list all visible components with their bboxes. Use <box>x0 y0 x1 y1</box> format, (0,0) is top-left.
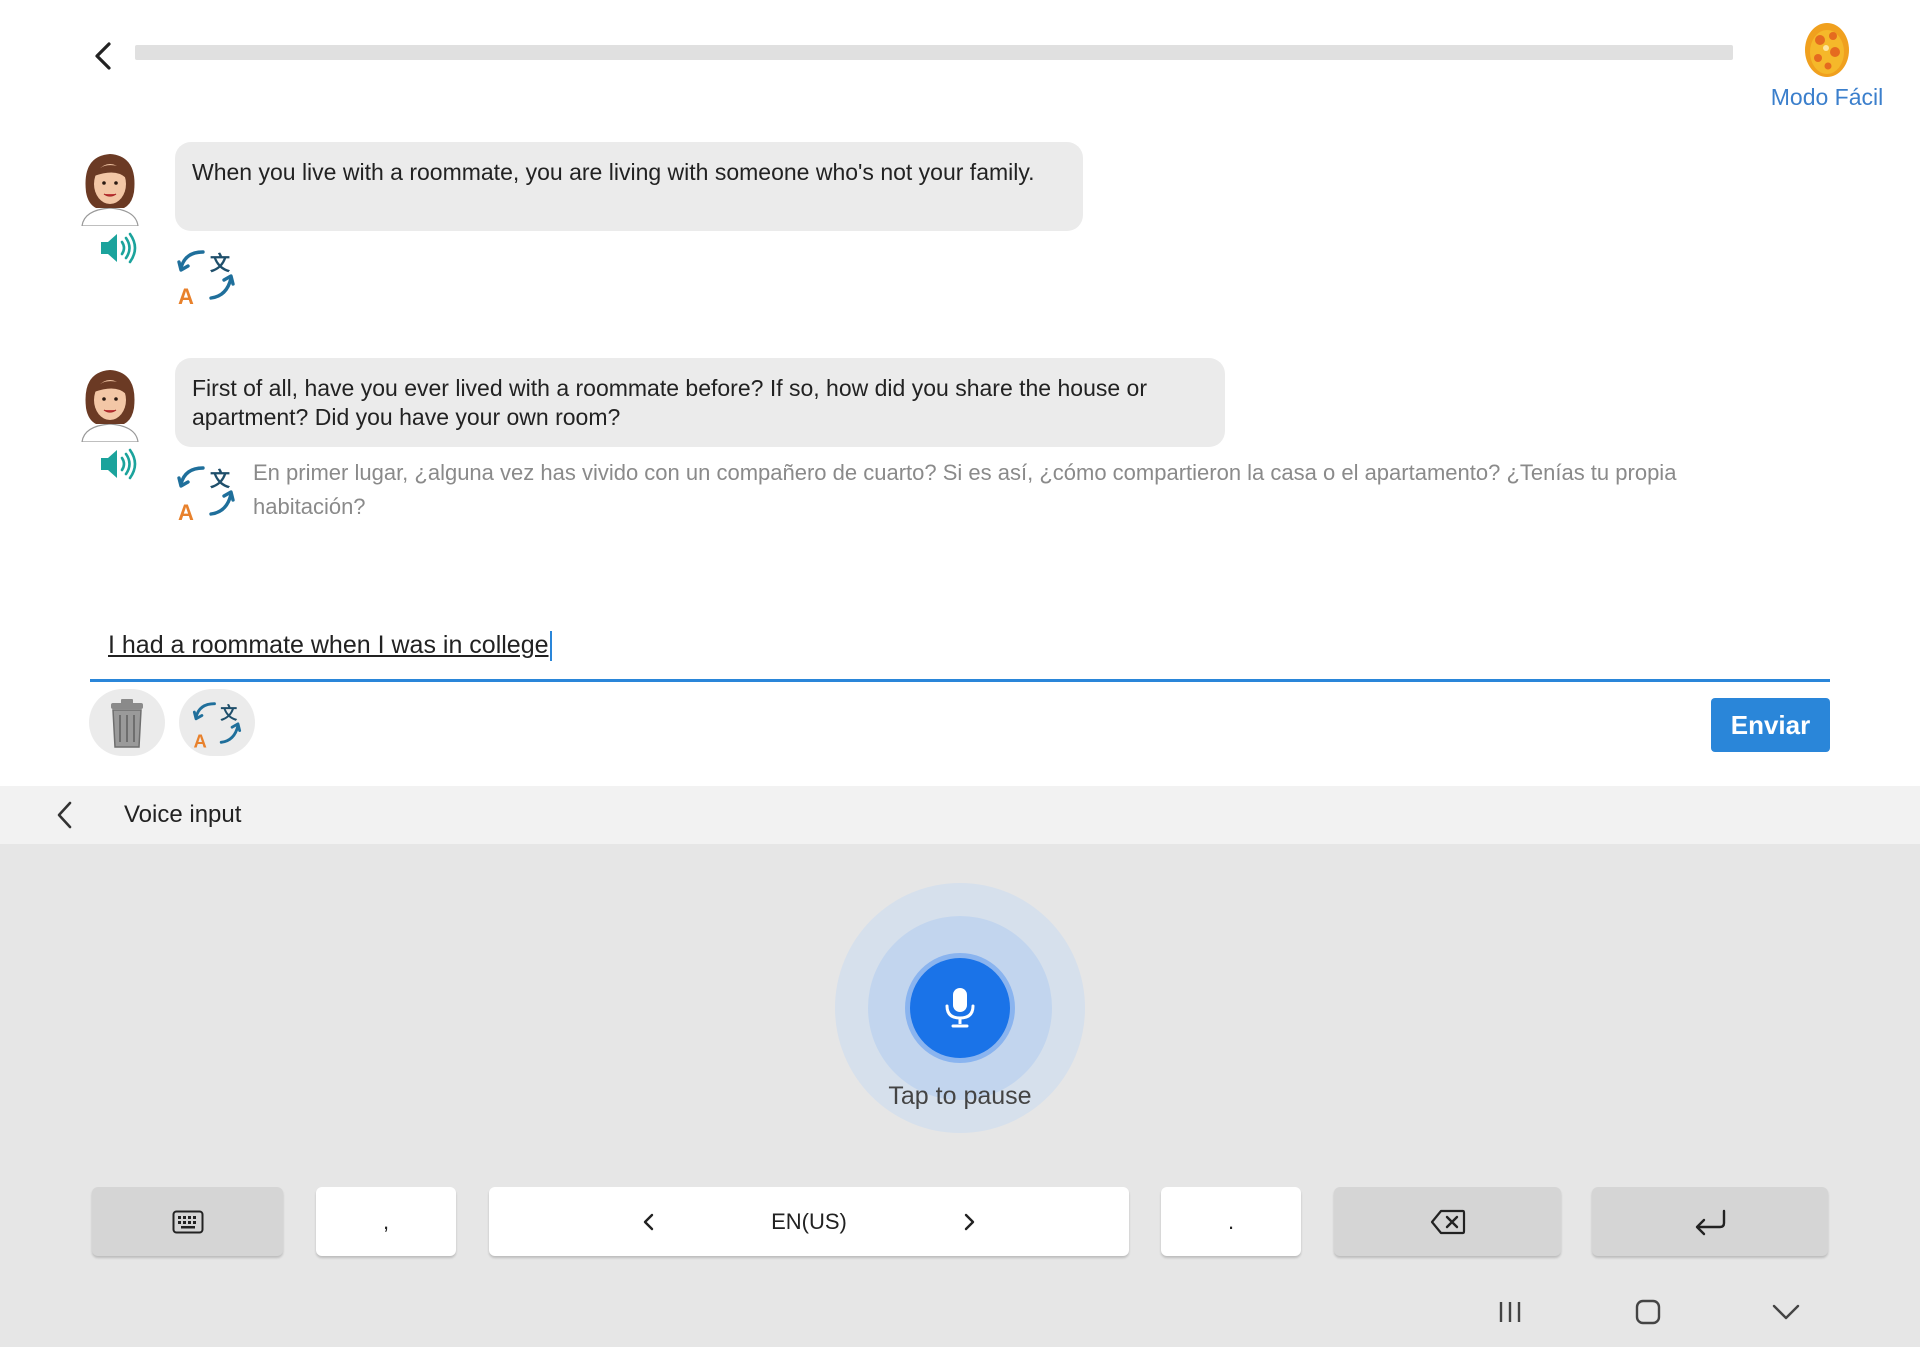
answer-text: I had a roommate when I was in college <box>108 631 549 659</box>
svg-text:文: 文 <box>210 251 231 275</box>
language-key[interactable]: EN(US) <box>489 1187 1129 1256</box>
hide-keyboard-icon[interactable] <box>1766 1296 1806 1328</box>
keyboard-switch-key[interactable] <box>92 1187 283 1256</box>
lesson-progress-bar <box>135 45 1733 60</box>
translate-icon: A 文 <box>192 701 242 749</box>
voice-input-back-button[interactable] <box>50 798 80 832</box>
voice-input-header: Voice input <box>0 786 1920 844</box>
trash-icon <box>111 698 143 748</box>
backspace-key[interactable] <box>1334 1187 1561 1256</box>
chevron-right-icon[interactable] <box>959 1211 979 1233</box>
microphone-button[interactable] <box>910 958 1010 1058</box>
send-button[interactable]: Enviar <box>1711 698 1830 752</box>
comma-key[interactable]: , <box>316 1187 456 1256</box>
period-key[interactable]: . <box>1161 1187 1301 1256</box>
difficulty-mode-badge[interactable]: Modo Fácil <box>1762 18 1892 111</box>
keyboard-icon <box>172 1210 203 1233</box>
back-button[interactable] <box>84 36 124 76</box>
chevron-left-icon <box>95 42 111 70</box>
egg-icon <box>1805 23 1849 77</box>
message-bubble: First of all, have you ever lived with a… <box>175 358 1225 447</box>
svg-text:A: A <box>178 500 194 522</box>
enter-icon <box>1695 1209 1726 1235</box>
svg-text:A: A <box>178 284 194 306</box>
enter-key[interactable] <box>1592 1187 1828 1256</box>
svg-text:A: A <box>194 730 207 749</box>
speaker-icon[interactable] <box>98 230 138 266</box>
backspace-icon <box>1430 1209 1465 1234</box>
home-icon[interactable] <box>1628 1296 1668 1328</box>
translate-answer-button[interactable]: A 文 <box>179 689 255 756</box>
translate-icon[interactable]: A 文 <box>175 460 237 522</box>
mode-label: Modo Fácil <box>1770 84 1884 110</box>
clear-answer-button[interactable] <box>89 689 165 756</box>
svg-text:文: 文 <box>210 467 231 491</box>
message-bubble: When you live with a roommate, you are l… <box>175 142 1083 231</box>
language-label: EN(US) <box>771 1208 847 1234</box>
svg-text:文: 文 <box>220 702 237 722</box>
message-translation: En primer lugar, ¿alguna vez has vivido … <box>253 460 1677 519</box>
speaker-icon[interactable] <box>98 446 138 482</box>
voice-input-title: Voice input <box>124 801 242 828</box>
translate-icon[interactable]: A 文 <box>175 244 237 306</box>
tutor-avatar <box>81 154 139 226</box>
tutor-avatar <box>81 370 139 442</box>
recent-apps-icon[interactable] <box>1490 1296 1530 1328</box>
text-caret <box>549 631 552 662</box>
chevron-left-icon[interactable] <box>639 1211 659 1233</box>
microphone-icon <box>945 988 975 1028</box>
tap-to-pause-label: Tap to pause <box>888 1082 1032 1110</box>
answer-input-value[interactable]: I had a roommate when I was in college <box>108 625 552 665</box>
chevron-left-icon <box>57 801 72 829</box>
